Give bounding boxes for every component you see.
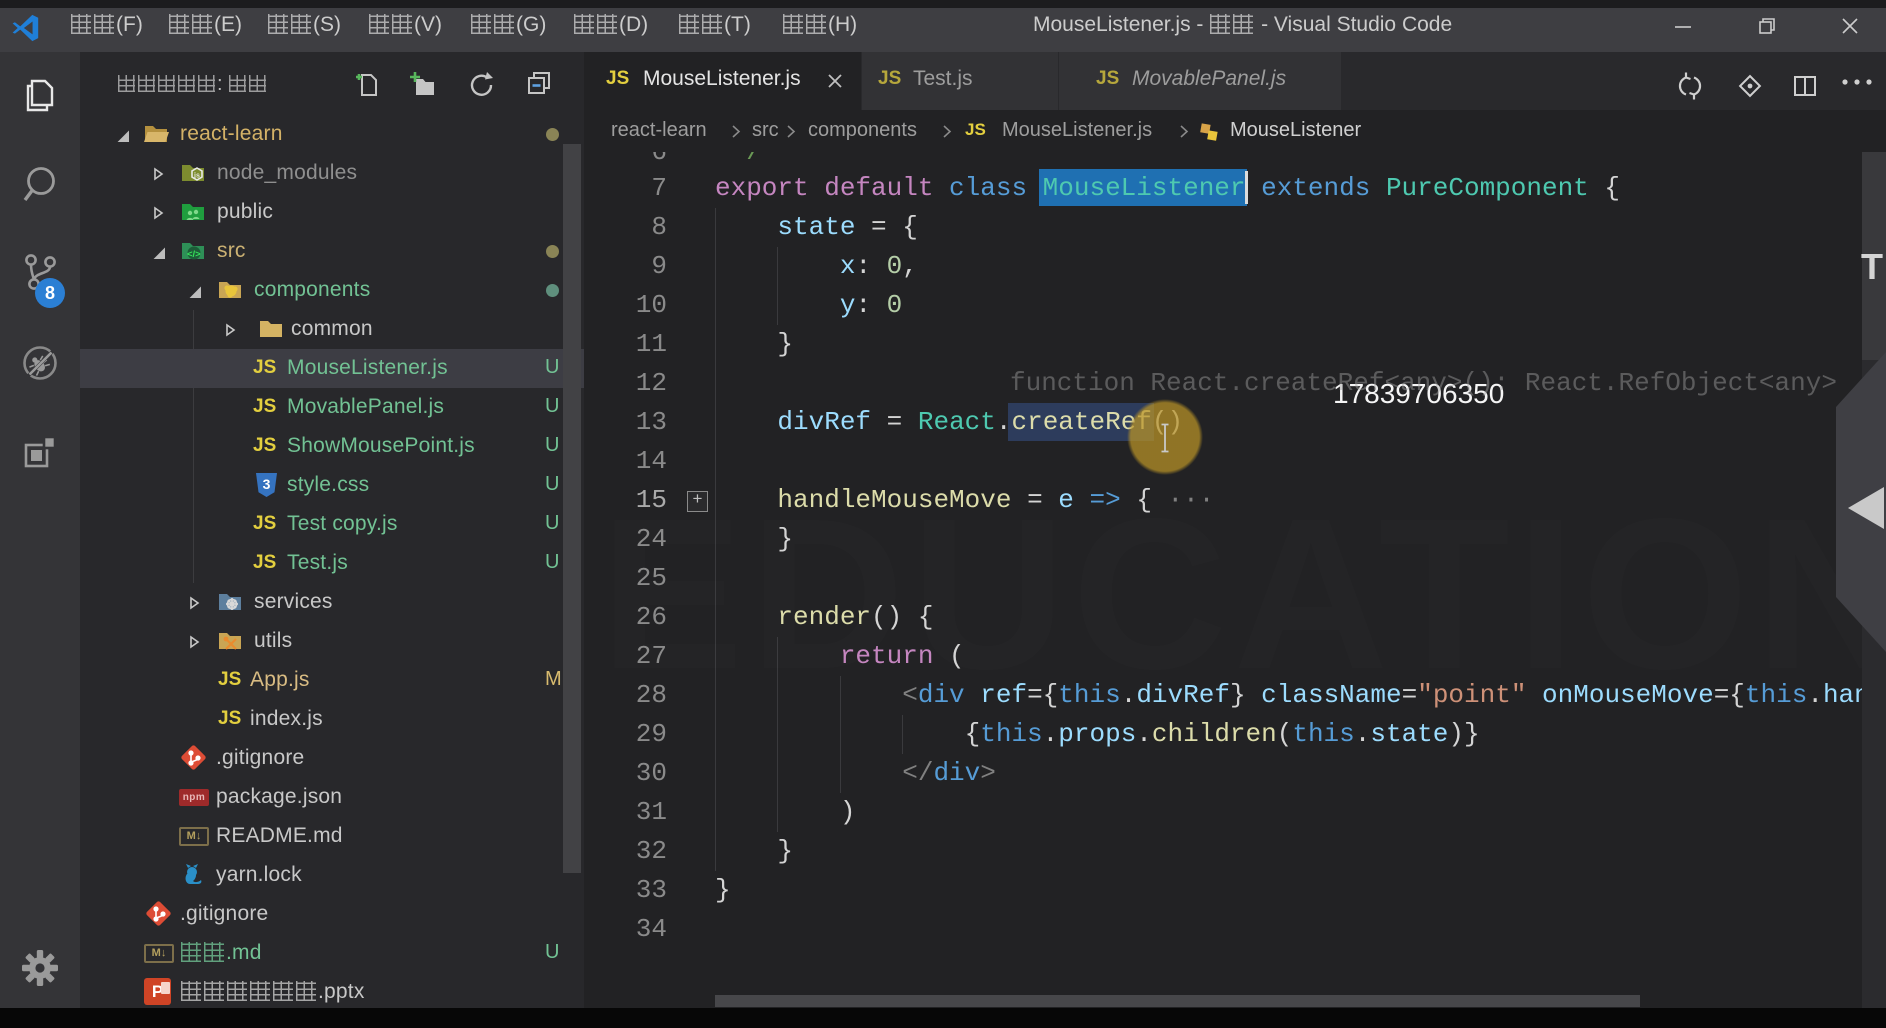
svg-text:js: js — [193, 173, 200, 180]
svg-text:</>: </> — [187, 249, 201, 260]
